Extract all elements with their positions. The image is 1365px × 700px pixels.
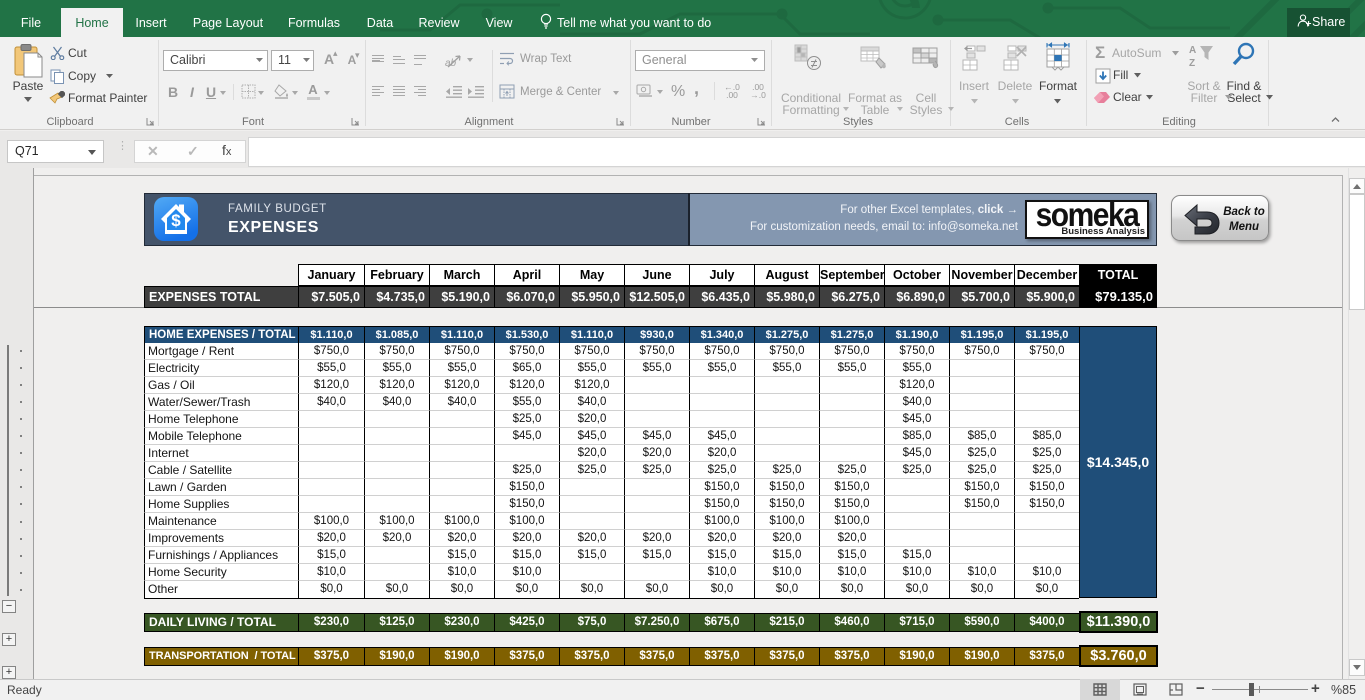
svg-text:ab: ab [445,58,457,69]
svg-text:A: A [1189,45,1196,56]
svg-text:Z: Z [1189,58,1195,69]
svg-text:$: $ [171,211,181,230]
